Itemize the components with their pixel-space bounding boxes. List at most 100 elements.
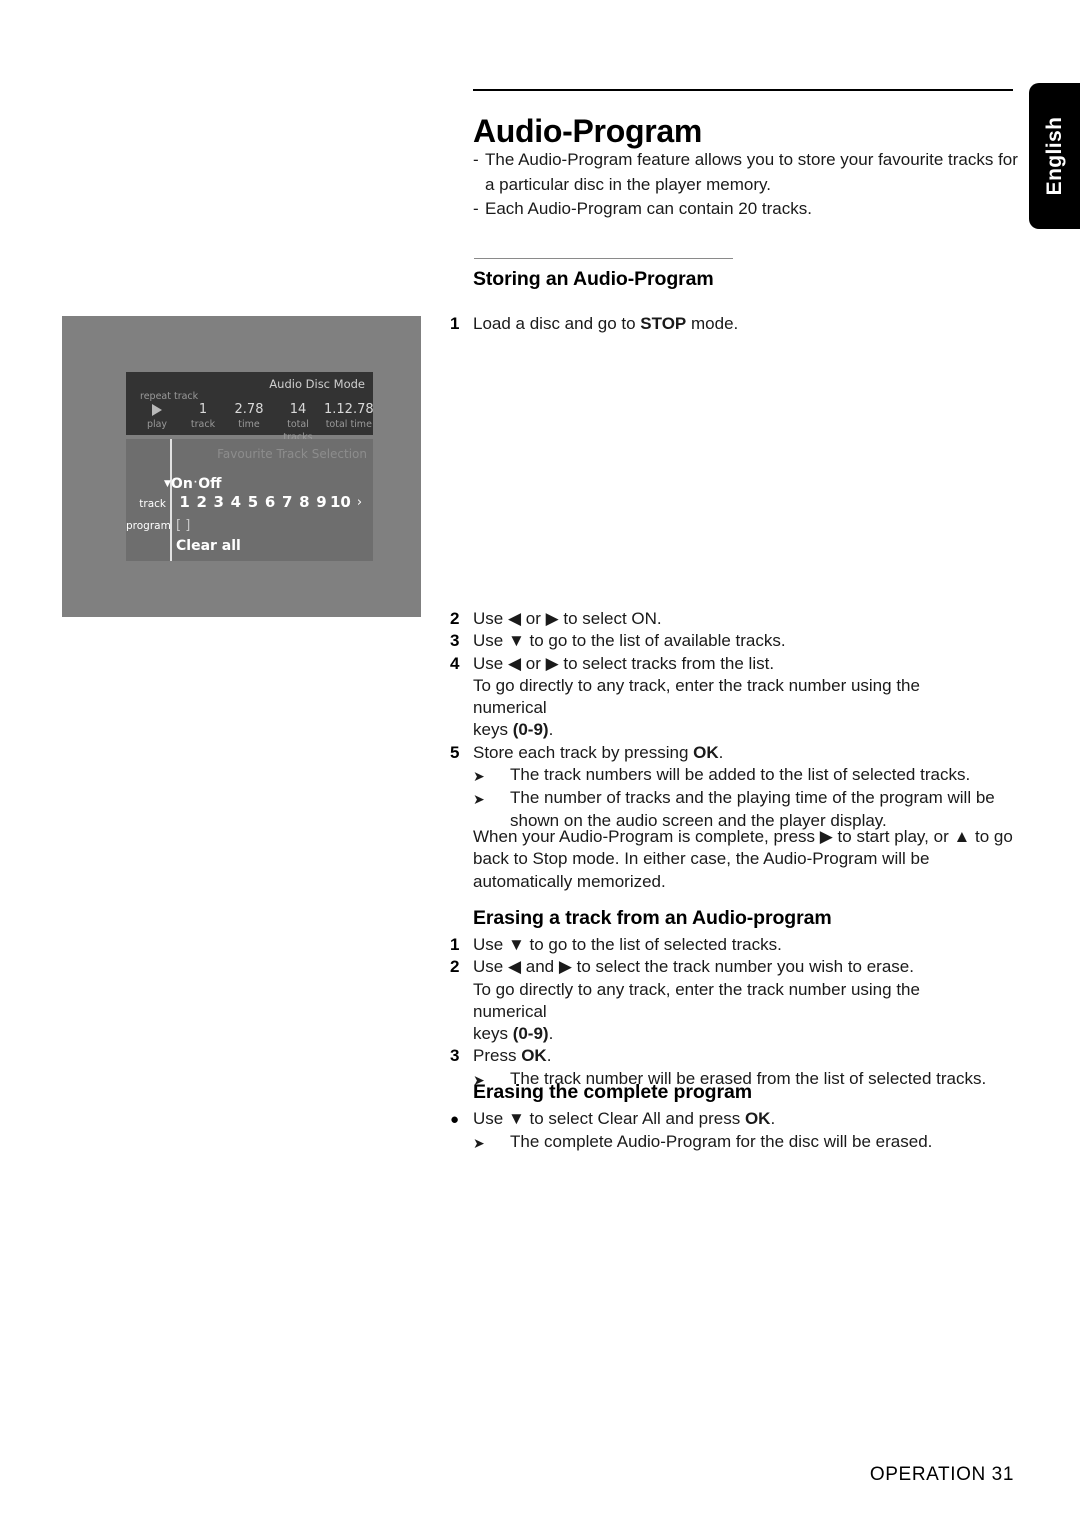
arrow-right-icon: ➤ bbox=[473, 1135, 485, 1152]
step-number: 3 bbox=[450, 1046, 460, 1066]
osd-col-track-value: 1 bbox=[198, 402, 208, 417]
title-rule bbox=[473, 89, 1013, 91]
chevron-right-icon: › bbox=[356, 494, 363, 510]
step-number: 2 bbox=[450, 957, 460, 977]
list-item: 5 Store each track by pressing OK. bbox=[450, 742, 995, 764]
section-heading-storing: Storing an Audio-Program bbox=[473, 268, 714, 290]
panel-divider bbox=[170, 439, 172, 561]
osd-disc-mode-label: Audio Disc Mode bbox=[269, 377, 365, 391]
osd-track-number-list: 1 2 3 4 5 6 7 8 9 10 › bbox=[176, 493, 368, 511]
list-item: 2 Use ◀ or ▶ to select ON. bbox=[450, 608, 995, 630]
step-text: Load a disc and go to STOP mode. bbox=[473, 314, 739, 333]
osd-clear-all-label: Clear all bbox=[176, 538, 241, 554]
step-text: Use ◀ and ▶ to select the track number y… bbox=[473, 957, 914, 977]
step-text: Use ◀ or ▶ to select tracks from the lis… bbox=[473, 653, 775, 673]
step-text: Use ▼ to go to the list of selected trac… bbox=[473, 935, 782, 954]
track-number: 4 bbox=[230, 493, 242, 511]
erasing-track-step-group: 1 Use ▼ to go to the list of selected tr… bbox=[450, 934, 995, 1091]
dash-marker: - bbox=[473, 150, 479, 169]
arrow-right-icon: ➤ bbox=[473, 768, 485, 785]
osd-col-track: 1 track bbox=[180, 402, 226, 444]
track-number: 6 bbox=[264, 493, 276, 511]
osd-on-off-row: ▼On·Off bbox=[164, 476, 221, 492]
step-number: 2 bbox=[450, 609, 460, 628]
storing-note: When your Audio-Program is complete, pre… bbox=[473, 826, 1018, 893]
list-item: 4 Use ◀ or ▶ to select tracks from the l… bbox=[450, 653, 995, 675]
note-text: When your Audio-Program is complete, pre… bbox=[473, 827, 1013, 891]
osd-col-time-value: 2.78 bbox=[234, 402, 264, 417]
osd-track-row-label: track bbox=[139, 498, 166, 510]
step-text: Store each track by pressing OK. bbox=[473, 742, 724, 762]
track-number: 1 bbox=[179, 493, 190, 511]
osd-off-label: Off bbox=[198, 476, 222, 492]
step-text: Use ▼ to go to the list of available tra… bbox=[473, 631, 786, 651]
step-continuation-line: To go directly to any track, enter the t… bbox=[473, 979, 920, 1021]
osd-screen-illustration: Audio Disc Mode repeat track play 1 trac… bbox=[62, 316, 421, 617]
osd-status-columns: play 1 track 2.78 time 14 total tracks 1… bbox=[134, 402, 374, 444]
track-number: 10 bbox=[329, 493, 351, 511]
osd-panel-title: Favourite Track Selection bbox=[217, 447, 367, 461]
section-heading-erasing-complete: Erasing the complete program bbox=[473, 1081, 752, 1103]
page-title: Audio-Program bbox=[473, 113, 702, 150]
osd-col-play: play bbox=[134, 402, 180, 444]
step-text: Use ◀ or ▶ to select ON. bbox=[473, 609, 662, 628]
step-number: 4 bbox=[450, 653, 460, 673]
osd-col-total-time-value: 1.12.78 bbox=[324, 402, 374, 417]
step-number: 5 bbox=[450, 742, 460, 762]
intro-bullet: - The Audio-Program feature allows you t… bbox=[473, 148, 1018, 197]
result-text: The complete Audio-Program for the disc … bbox=[510, 1132, 933, 1152]
step-text: Press OK. bbox=[473, 1046, 552, 1066]
osd-col-time-label: time bbox=[238, 419, 260, 430]
list-item: ● Use ▼ to select Clear All and press OK… bbox=[450, 1108, 995, 1131]
list-item: 3 Use ▼ to go to the list of available t… bbox=[450, 630, 995, 652]
osd-col-track-label: track bbox=[190, 419, 216, 430]
section-rule bbox=[474, 258, 733, 259]
osd-on-label: On bbox=[170, 476, 193, 492]
osd-program-row-label: program bbox=[126, 520, 171, 532]
track-number: 7 bbox=[281, 493, 293, 511]
language-tab-label: English bbox=[1043, 116, 1066, 196]
storing-step-group-1: 1 Load a disc and go to STOP mode. bbox=[450, 313, 995, 335]
track-number: 8 bbox=[299, 493, 310, 511]
step-number: 1 bbox=[450, 314, 460, 333]
caret-down-icon: ▼ bbox=[164, 479, 171, 489]
osd-col-total-time-label: total time bbox=[325, 419, 372, 430]
osd-repeat-track-label: repeat track bbox=[140, 391, 199, 402]
osd-col-total-time: 1.12.78 total time bbox=[324, 402, 374, 444]
osd-col-time: 2.78 time bbox=[226, 402, 272, 444]
osd-col-play-label: play bbox=[146, 419, 168, 430]
play-icon bbox=[134, 402, 180, 418]
language-tab-english: English bbox=[1029, 83, 1080, 229]
list-item: 1 Load a disc and go to STOP mode. bbox=[450, 313, 995, 335]
erasing-complete-step-group: ● Use ▼ to select Clear All and press OK… bbox=[450, 1108, 995, 1155]
result-text: The track numbers will be added to the l… bbox=[510, 765, 971, 785]
bullet-icon: ● bbox=[450, 1111, 460, 1128]
result-item: ➤ The track numbers will be added to the… bbox=[473, 764, 995, 787]
step-continuation-line: To go directly to any track, enter the t… bbox=[473, 675, 920, 718]
page-footer: OPERATION 31 bbox=[869, 1464, 1014, 1485]
storing-step-group-2: 2 Use ◀ or ▶ to select ON. 3 Use ▼ to go… bbox=[450, 608, 995, 832]
step-continuation: To go directly to any track, enter the t… bbox=[473, 675, 995, 720]
step-continuation: keys (0-9). bbox=[473, 720, 554, 740]
list-item: 3 Press OK. bbox=[450, 1045, 995, 1067]
track-number: 3 bbox=[213, 493, 224, 511]
track-number: 2 bbox=[196, 493, 207, 511]
result-item: ➤ The complete Audio-Program for the dis… bbox=[473, 1131, 995, 1154]
osd-status-bar: Audio Disc Mode repeat track play 1 trac… bbox=[126, 372, 374, 443]
osd-favourite-track-selection-panel: Favourite Track Selection ▼On·Off track … bbox=[126, 439, 373, 561]
list-item: 1 Use ▼ to go to the list of selected tr… bbox=[450, 934, 995, 956]
step-number: 3 bbox=[450, 631, 460, 651]
osd-col-total-tracks-value: 14 bbox=[289, 402, 307, 417]
dash-marker: - bbox=[473, 199, 479, 218]
step-number: 1 bbox=[450, 935, 460, 954]
track-number: 5 bbox=[247, 493, 259, 511]
intro-bullets: - The Audio-Program feature allows you t… bbox=[473, 148, 1018, 222]
track-number: 9 bbox=[316, 493, 327, 511]
section-heading-erasing-track: Erasing a track from an Audio-program bbox=[473, 907, 832, 929]
step-text: Use ▼ to select Clear All and press OK. bbox=[473, 1109, 776, 1128]
intro-bullet-text: Each Audio-Program can contain 20 tracks… bbox=[485, 199, 812, 218]
step-continuation: To go directly to any track, enter the t… bbox=[473, 979, 995, 1024]
intro-bullet-text: The Audio-Program feature allows you to … bbox=[485, 150, 1018, 194]
osd-col-total-tracks: 14 total tracks bbox=[272, 402, 324, 444]
list-item: 2 Use ◀ and ▶ to select the track number… bbox=[450, 956, 995, 978]
